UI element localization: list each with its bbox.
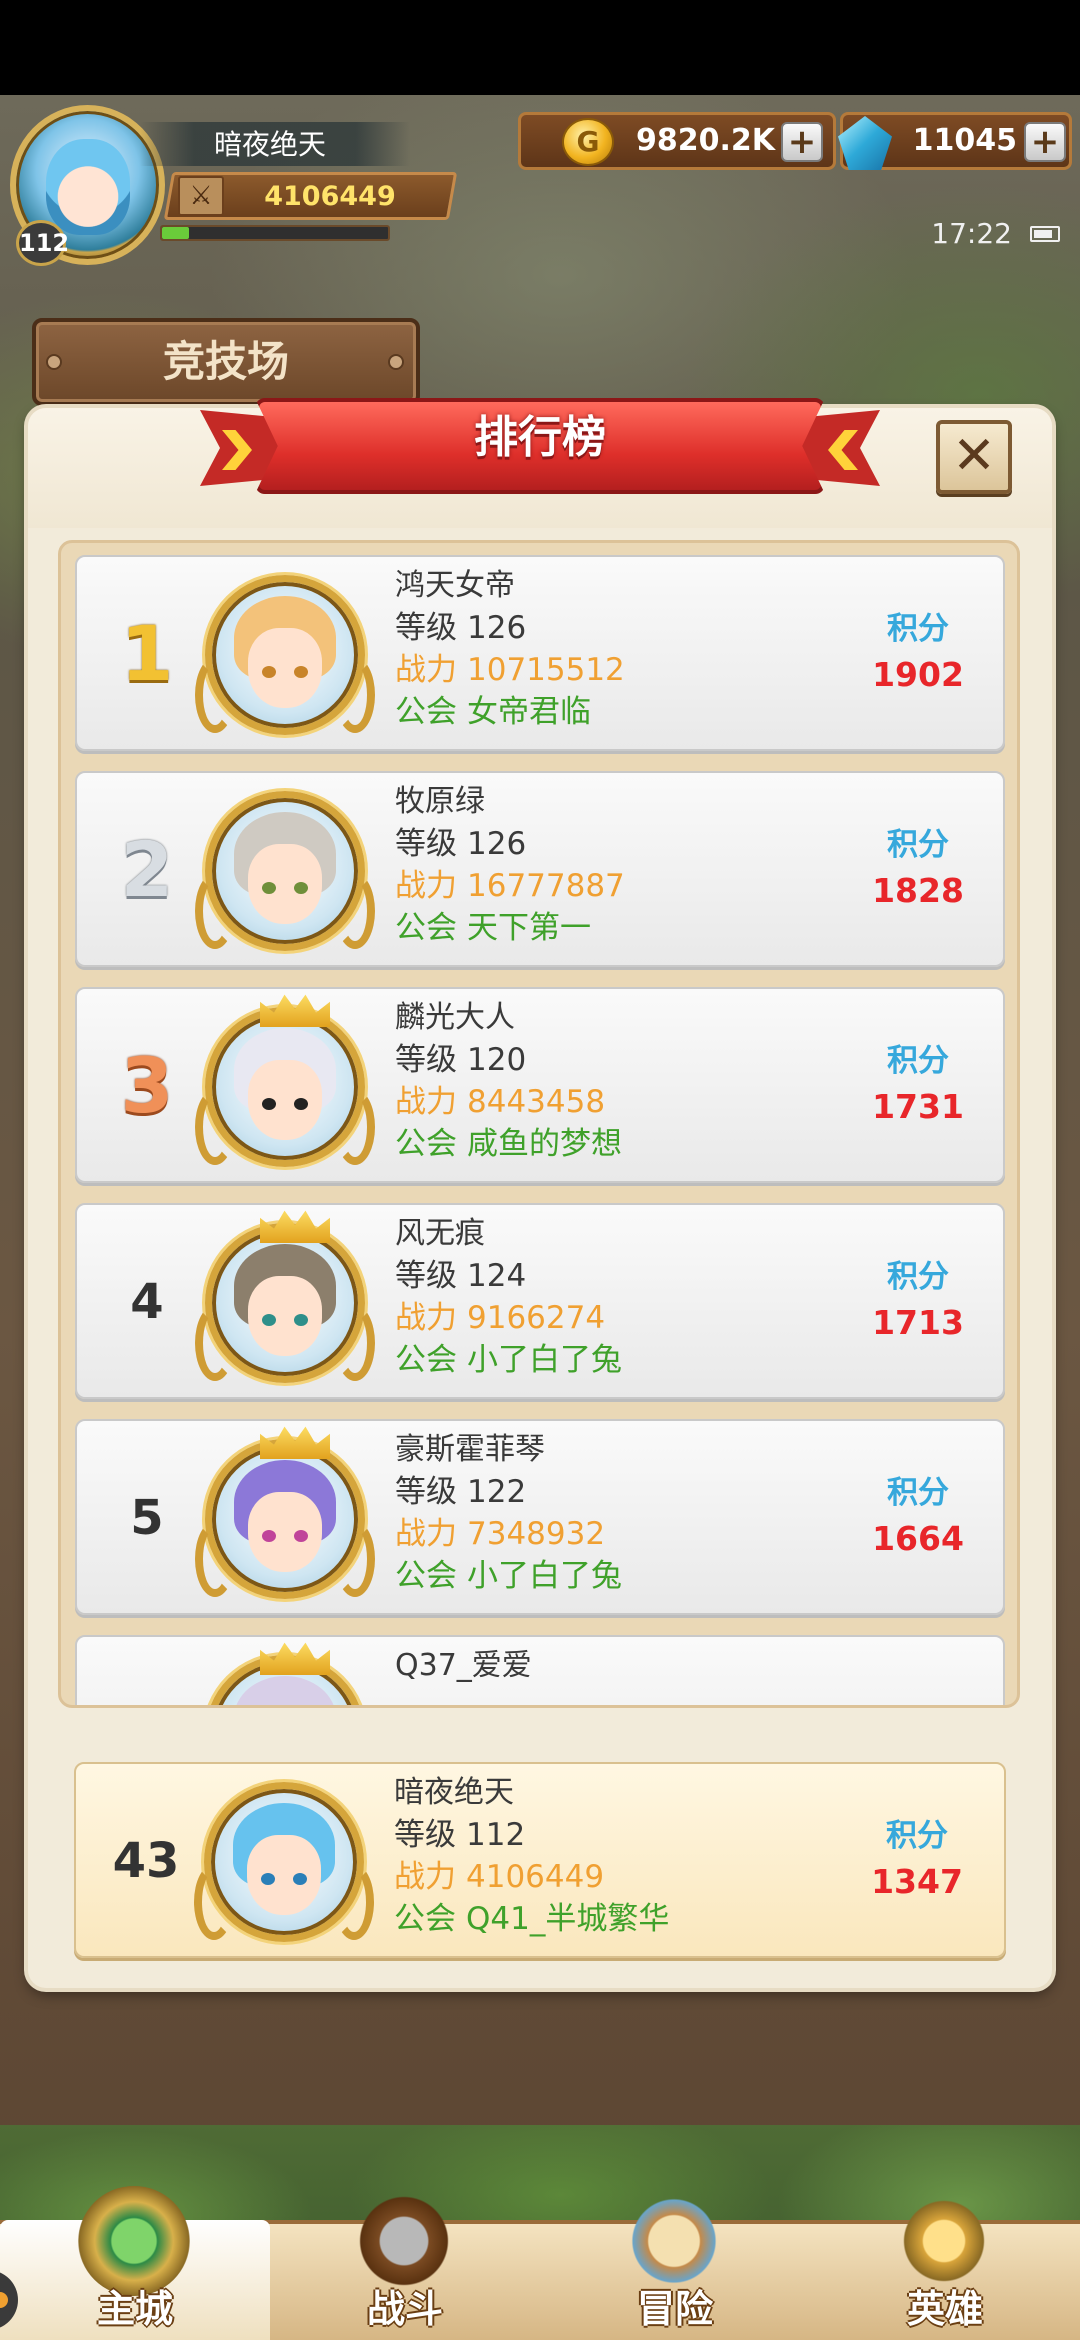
exp-bar-fill (162, 227, 189, 239)
score-label: 积分 (887, 827, 949, 863)
tab-battle[interactable]: 战斗 (270, 2186, 540, 2340)
score-value: 1902 (872, 655, 964, 694)
arena-title: 竞技场 (162, 337, 289, 386)
gem-amount: 11045 (912, 123, 1017, 158)
player-power: 战力 10715512 (395, 652, 625, 688)
rank-number: 4 (130, 1274, 164, 1330)
gold-amount: 9820.2K (635, 123, 775, 158)
gold-coin-icon: G (562, 118, 614, 166)
tab-label: 战斗 (366, 2287, 443, 2331)
my-rank-content[interactable]: 43 暗夜绝天等级 112 战力 4106449 公会 Q41_半城繁华 积分 1347 (76, 1764, 1004, 1956)
tab-heroes[interactable]: 英雄 (810, 2186, 1080, 2340)
laurel-icon (334, 1864, 374, 1940)
rank-number: 3 (120, 1041, 174, 1130)
exp-bar (160, 225, 390, 241)
player-name: Q37_爱爱 (395, 1648, 532, 1683)
tab-adventure[interactable]: 冒险 (540, 2186, 810, 2340)
laurel-icon (335, 657, 375, 733)
score-label: 积分 (887, 611, 949, 647)
player-guild: 公会 Q41_半城繁华 (394, 1901, 670, 1937)
laurel-icon (335, 1521, 375, 1597)
player-level: 等级 126 (395, 610, 527, 646)
player-name: 暗夜绝天 (213, 128, 326, 161)
player-power: 战力 9166274 (395, 1300, 606, 1336)
laurel-icon (335, 1305, 375, 1381)
hero-crest-icon (888, 2186, 1000, 2296)
player-guild: 公会 女帝君临 (395, 694, 591, 730)
rank-card[interactable]: 4 风无痕等级 124 战力 9166274 公会 小了白了兔 积分 1713 (75, 1203, 1005, 1399)
player-guild: 公会 天下第一 (395, 910, 591, 946)
score-label: 积分 (887, 1475, 949, 1511)
laurel-icon (194, 1864, 234, 1940)
player-power: 战力 4106449 (394, 1859, 605, 1895)
bolt-icon (46, 354, 62, 370)
player-name: 豪斯霍菲琴 (395, 1432, 545, 1467)
score-value: 1731 (872, 1087, 964, 1126)
player-level: 等级 126 (395, 826, 527, 862)
add-gems-button[interactable]: + (1024, 122, 1066, 162)
battery-icon (1030, 226, 1060, 242)
rank-card[interactable]: 5 豪斯霍菲琴等级 122 战力 7348932 公会 小了白了兔 积分 1664 (75, 1419, 1005, 1615)
laurel-icon (195, 657, 235, 733)
rank-number: 2 (120, 825, 174, 914)
laurel-icon (195, 1521, 235, 1597)
score-label: 积分 (887, 1259, 949, 1295)
player-level: 等级 112 (394, 1817, 526, 1853)
player-name: 牧原绿 (395, 784, 485, 819)
score-label: 积分 (887, 1043, 949, 1079)
tab-label: 英雄 (906, 2287, 983, 2331)
score-value: 1347 (871, 1862, 963, 1901)
player-level: 等级 124 (395, 1258, 527, 1294)
clock: 17:22 (931, 217, 1012, 250)
rank-number: 5 (130, 1490, 164, 1546)
score-value: 1828 (872, 871, 964, 910)
player-power: 战力 8443458 (395, 1084, 606, 1120)
rank-card[interactable]: 3 麟光大人等级 120 战力 8443458 公会 咸鱼的梦想 积分 1731 (75, 987, 1005, 1183)
player-level: 等级 122 (395, 1474, 527, 1510)
player-guild: 公会 咸鱼的梦想 (395, 1126, 622, 1162)
scroll-map-icon (618, 2186, 730, 2296)
player-name: 鸿天女帝 (395, 568, 515, 603)
player-guild: 公会 小了白了兔 (395, 1558, 622, 1594)
close-icon[interactable]: ✕ (948, 428, 1000, 484)
tab-label: 冒险 (636, 2287, 713, 2331)
rank-number (97, 1689, 197, 1705)
player-level-badge: 112 (16, 220, 69, 266)
player-name: 麟光大人 (395, 1000, 515, 1035)
score-label: 积分 (886, 1818, 948, 1854)
bolt-icon (388, 354, 404, 370)
rank-number: 43 (112, 1833, 180, 1889)
modal-title: 排行榜 (474, 412, 606, 463)
laurel-icon (195, 1089, 235, 1165)
tab-label: 主城 (96, 2287, 173, 2331)
castle-emblem-icon (78, 2186, 190, 2296)
player-power: 战力 16777887 (395, 868, 625, 904)
add-gold-button[interactable]: + (781, 122, 823, 162)
tab-main-city[interactable]: 主城 (0, 2186, 270, 2340)
laurel-icon (335, 873, 375, 949)
crossed-swords-icon (348, 2186, 460, 2296)
rank-card[interactable]: Q37_爱爱 (75, 1635, 1005, 1705)
laurel-icon (195, 873, 235, 949)
score-value: 1664 (872, 1519, 964, 1558)
player-guild: 公会 小了白了兔 (395, 1342, 622, 1378)
laurel-icon (195, 1305, 235, 1381)
player-name: 风无痕 (395, 1216, 485, 1251)
player-power: 4106449 (264, 181, 396, 212)
player-power: 战力 7348932 (395, 1516, 606, 1552)
score-value: 1713 (872, 1303, 964, 1342)
ranking-list[interactable]: 1 鸿天女帝 等级 126 战力 10715512 公会 女帝君临 积分 1902 2 牧原绿 等级 12… (58, 540, 1020, 1708)
rank-number: 1 (120, 609, 174, 698)
rank-card[interactable]: 2 牧原绿等级 126 战力 16777887 公会 天下第一 积分 1828 (75, 771, 1005, 967)
rank-card[interactable]: 1 鸿天女帝等级 126 战力 10715512 公会 女帝君临 积分 1902 (75, 555, 1005, 751)
player-level: 等级 120 (395, 1042, 527, 1078)
laurel-icon (335, 1089, 375, 1165)
crossed-swords-icon: ⚔ (178, 176, 224, 216)
player-name: 暗夜绝天 (394, 1775, 514, 1810)
my-rank-card[interactable]: 43 暗夜绝天等级 112 战力 4106449 公会 Q41_半城繁华 积分 1347 (74, 1762, 1006, 1958)
